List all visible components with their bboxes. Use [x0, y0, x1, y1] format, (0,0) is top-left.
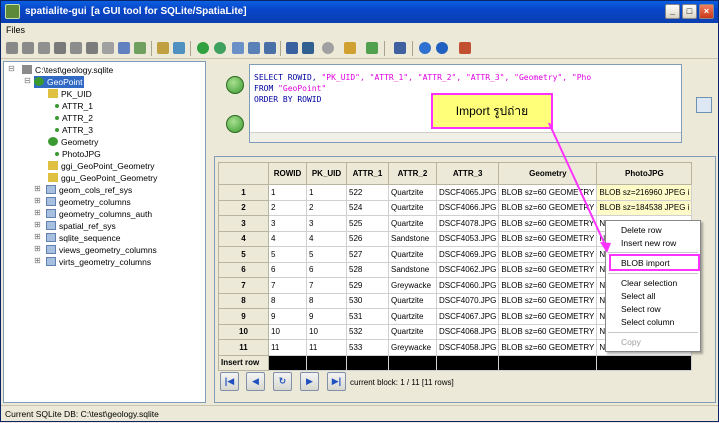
app-window: spatialite-gui [a GUI tool for SQLite/Sp…: [0, 0, 719, 422]
annotation-arrow: [548, 122, 611, 253]
